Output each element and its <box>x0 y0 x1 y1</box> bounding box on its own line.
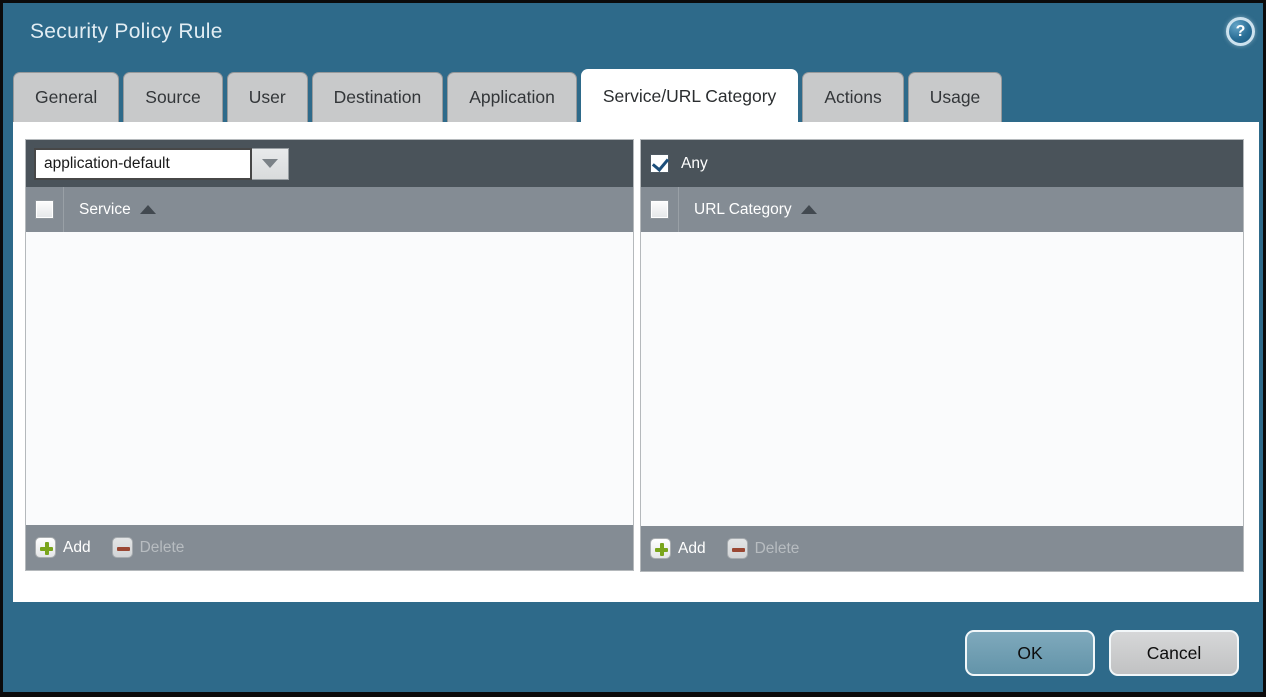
service-footer-bar: Add Delete <box>26 525 633 570</box>
tab-usage[interactable]: Usage <box>908 72 1003 122</box>
tab-service-url-category[interactable]: Service/URL Category <box>581 69 798 122</box>
minus-icon <box>112 537 133 558</box>
tab-destination[interactable]: Destination <box>312 72 444 122</box>
chevron-down-icon <box>262 159 278 168</box>
minus-icon <box>727 538 748 559</box>
ok-button[interactable]: OK <box>965 630 1095 676</box>
add-label: Add <box>678 540 706 558</box>
tab-application[interactable]: Application <box>447 72 577 122</box>
service-add-button[interactable]: Add <box>35 537 91 558</box>
service-column-label: Service <box>79 201 131 219</box>
service-select-all-cell <box>26 187 64 232</box>
delete-label: Delete <box>755 540 800 558</box>
url-any-bar: Any <box>641 140 1243 187</box>
security-policy-rule-dialog: Security Policy Rule ? General Source Us… <box>0 0 1266 697</box>
url-header-row: URL Category <box>641 187 1243 232</box>
tab-source[interactable]: Source <box>123 72 222 122</box>
any-checkbox[interactable] <box>650 154 669 173</box>
any-label: Any <box>681 155 708 173</box>
url-category-column-label: URL Category <box>694 201 792 219</box>
url-add-button[interactable]: Add <box>650 538 706 559</box>
tab-bar: General Source User Destination Applicat… <box>13 69 1002 122</box>
url-category-list-body[interactable] <box>641 232 1243 526</box>
service-list-body[interactable] <box>26 232 633 525</box>
url-category-column-header[interactable]: URL Category <box>679 187 817 232</box>
tab-content-area: Service Add Delete Any <box>13 122 1259 602</box>
service-dropdown-bar <box>26 140 633 187</box>
delete-label: Delete <box>140 539 185 557</box>
service-delete-button[interactable]: Delete <box>112 537 185 558</box>
plus-icon <box>35 537 56 558</box>
service-type-dropdown <box>34 148 289 180</box>
service-header-row: Service <box>26 187 633 232</box>
service-column-header[interactable]: Service <box>64 187 156 232</box>
add-label: Add <box>63 539 91 557</box>
url-category-panel: Any URL Category Add Delete <box>640 139 1244 572</box>
dialog-title: Security Policy Rule <box>30 20 223 44</box>
help-icon[interactable]: ? <box>1226 17 1255 46</box>
service-panel: Service Add Delete <box>25 139 634 571</box>
url-delete-button[interactable]: Delete <box>727 538 800 559</box>
cancel-button[interactable]: Cancel <box>1109 630 1239 676</box>
tab-user[interactable]: User <box>227 72 308 122</box>
service-select-all-checkbox[interactable] <box>35 200 54 219</box>
url-footer-bar: Add Delete <box>641 526 1243 571</box>
service-type-input[interactable] <box>34 148 252 180</box>
url-select-all-cell <box>641 187 679 232</box>
plus-icon <box>650 538 671 559</box>
tab-actions[interactable]: Actions <box>802 72 903 122</box>
url-select-all-checkbox[interactable] <box>650 200 669 219</box>
sort-ascending-icon <box>801 205 817 214</box>
service-type-dropdown-button[interactable] <box>252 148 289 180</box>
tab-general[interactable]: General <box>13 72 119 122</box>
sort-ascending-icon <box>140 205 156 214</box>
